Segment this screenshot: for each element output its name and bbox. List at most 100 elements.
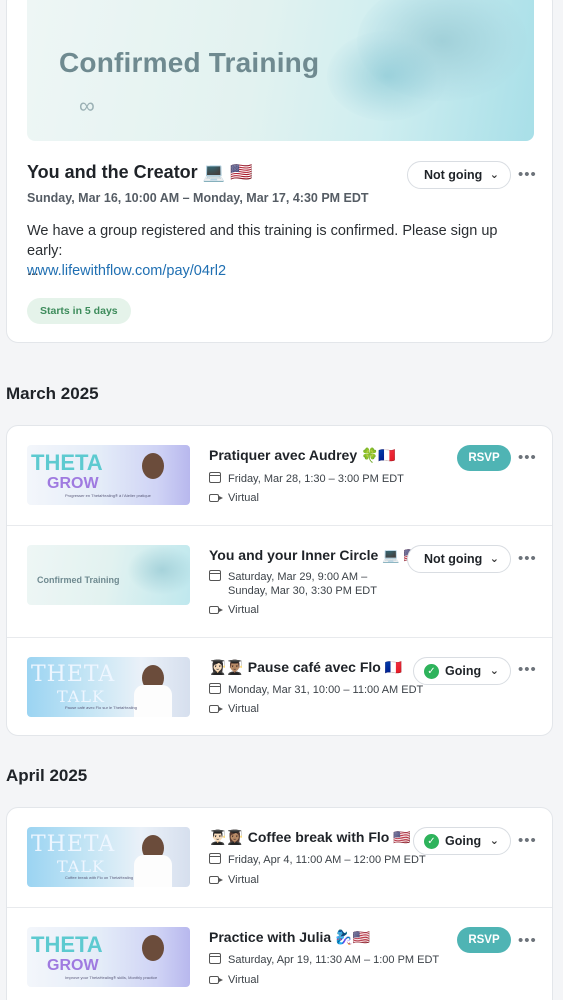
event-title[interactable]: 👨🏻‍🎓👩🏽‍🎓 Coffee break with Flo 🇺🇸 bbox=[209, 829, 411, 846]
event-thumbnail[interactable]: THETA GROW Improve your ThetaHealing® sk… bbox=[27, 927, 190, 987]
event-title[interactable]: 👩🏻‍🎓👨🏽‍🎓 Pause café avec Flo 🇫🇷 bbox=[209, 659, 402, 676]
event-banner-image[interactable]: Confirmed Training ∞ bbox=[27, 0, 534, 141]
event-description: We have a group registered and this trai… bbox=[27, 221, 527, 281]
check-icon: ✓ bbox=[424, 834, 439, 849]
calendar-icon bbox=[209, 472, 221, 483]
payment-link[interactable]: www.lifewithflow.com/pay/04rl2 bbox=[27, 261, 527, 281]
thumbnail-word: THETA bbox=[31, 932, 103, 957]
event-thumbnail[interactable]: THETA TALK Coffee break with Flo on Thet… bbox=[27, 827, 190, 887]
thumbnail-word: THETA bbox=[31, 662, 116, 687]
host-photo bbox=[142, 453, 164, 479]
banner-title: Confirmed Training bbox=[59, 47, 320, 78]
event-date-line: Saturday, Apr 19, 11:30 AM – 1:00 PM EDT bbox=[209, 953, 439, 967]
calendar-icon bbox=[209, 953, 221, 964]
description-text: We have a group registered and this trai… bbox=[27, 223, 498, 259]
event-list-march: THETA GROW Progresser en ThetaHealing® à… bbox=[6, 425, 553, 736]
chevron-down-icon: ⌄ bbox=[489, 665, 499, 677]
rsvp-status-dropdown[interactable]: Not going ⌄ bbox=[407, 545, 511, 573]
check-icon: ✓ bbox=[424, 664, 439, 679]
thumbnail-word: THETA bbox=[31, 450, 103, 475]
rsvp-status-label: Going bbox=[445, 664, 482, 678]
event-location-line: Virtual bbox=[209, 973, 259, 987]
event-date: Saturday, Apr 19, 11:30 AM – 1:00 PM EDT bbox=[228, 954, 440, 966]
event-date-line: Saturday, Mar 29, 9:00 AM – Sunday, Mar … bbox=[209, 570, 408, 598]
event-location-line: Virtual bbox=[209, 603, 259, 617]
event-thumbnail[interactable]: THETA TALK Pause café avec Flo sur le Th… bbox=[27, 657, 190, 717]
calendar-icon bbox=[209, 853, 221, 864]
infinity-logo-icon: ∞ bbox=[79, 93, 95, 118]
thumbnail-word: Confirmed Training bbox=[37, 575, 120, 585]
event-title[interactable]: You and your Inner Circle 💻 🇺🇸 bbox=[209, 547, 421, 564]
event-title[interactable]: Practice with Julia 🧞‍♀️🇺🇸 bbox=[209, 929, 370, 946]
event-thumbnail[interactable]: Confirmed Training bbox=[27, 545, 190, 605]
watercolor-shape bbox=[327, 31, 447, 121]
thumbnail-caption: Pause café avec Flo sur le ThetaHealing bbox=[65, 705, 137, 710]
event-title[interactable]: You and the Creator 💻 🇺🇸 bbox=[27, 162, 253, 183]
thumbnail-word: GROW bbox=[47, 475, 99, 492]
description-ellipsis[interactable]: ... bbox=[27, 262, 39, 278]
event-row[interactable]: THETA TALK Pause café avec Flo sur le Th… bbox=[7, 637, 552, 736]
event-location: Virtual bbox=[228, 874, 259, 886]
event-location-line: Virtual bbox=[209, 702, 259, 716]
event-date-line: Friday, Mar 28, 1:30 – 3:00 PM EDT bbox=[209, 472, 404, 486]
more-icon[interactable]: ••• bbox=[518, 550, 537, 567]
rsvp-status-dropdown[interactable]: ✓ Going ⌄ bbox=[413, 657, 511, 685]
video-icon bbox=[209, 494, 223, 502]
rsvp-button[interactable]: RSVP bbox=[457, 927, 511, 953]
thumbnail-caption: Coffee break with Flo on ThetaHealing bbox=[65, 875, 134, 880]
video-icon bbox=[209, 705, 223, 713]
rsvp-status-label: Not going bbox=[424, 168, 483, 182]
event-location-line: Virtual bbox=[209, 873, 259, 887]
chevron-down-icon: ⌄ bbox=[489, 553, 499, 565]
thumbnail-word: TALK bbox=[57, 857, 105, 876]
event-location: Virtual bbox=[228, 703, 259, 715]
event-list-april: THETA TALK Coffee break with Flo on Thet… bbox=[6, 807, 553, 1000]
event-date: Sunday, Mar 16, 10:00 AM – Monday, Mar 1… bbox=[27, 191, 369, 205]
event-thumbnail[interactable]: THETA GROW Progresser en ThetaHealing® à… bbox=[27, 445, 190, 505]
rsvp-status-dropdown[interactable]: Not going ⌄ bbox=[407, 161, 511, 189]
event-date: Friday, Apr 4, 11:00 AM – 12:00 PM EDT bbox=[228, 854, 426, 866]
video-icon bbox=[209, 976, 223, 984]
month-heading: April 2025 bbox=[6, 766, 88, 785]
event-row[interactable]: THETA TALK Coffee break with Flo on Thet… bbox=[7, 808, 552, 907]
host-photo bbox=[134, 685, 172, 717]
calendar-icon bbox=[209, 570, 221, 581]
thumbnail-caption: Progresser en ThetaHealing® à l'Atelier … bbox=[65, 493, 151, 498]
video-icon bbox=[209, 606, 223, 614]
month-heading: March 2025 bbox=[6, 384, 99, 403]
chevron-down-icon: ⌄ bbox=[489, 835, 499, 847]
host-photo bbox=[142, 935, 164, 961]
event-date-line: Friday, Apr 4, 11:00 AM – 12:00 PM EDT bbox=[209, 853, 426, 867]
more-icon[interactable]: ••• bbox=[518, 832, 537, 849]
event-location: Virtual bbox=[228, 492, 259, 504]
more-icon[interactable]: ••• bbox=[518, 449, 537, 466]
thumbnail-word: THETA bbox=[31, 832, 116, 857]
event-location: Virtual bbox=[228, 974, 259, 986]
more-icon[interactable]: ••• bbox=[518, 932, 537, 949]
event-date: Saturday, Mar 29, 9:00 AM – Sunday, Mar … bbox=[228, 571, 377, 597]
rsvp-button[interactable]: RSVP bbox=[457, 445, 511, 471]
event-date: Friday, Mar 28, 1:30 – 3:00 PM EDT bbox=[228, 473, 404, 485]
thumbnail-word: GROW bbox=[47, 957, 99, 974]
rsvp-status-dropdown[interactable]: ✓ Going ⌄ bbox=[413, 827, 511, 855]
event-row[interactable]: THETA GROW Progresser en ThetaHealing® à… bbox=[7, 426, 552, 525]
featured-event-card[interactable]: Confirmed Training ∞ You and the Creator… bbox=[6, 0, 553, 343]
event-date: Monday, Mar 31, 10:00 – 11:00 AM EDT bbox=[228, 684, 424, 696]
host-photo bbox=[134, 855, 172, 887]
event-title[interactable]: Pratiquer avec Audrey 🍀🇫🇷 bbox=[209, 447, 396, 464]
watercolor-shape bbox=[127, 545, 190, 595]
event-row[interactable]: Confirmed Training You and your Inner Ci… bbox=[7, 525, 552, 637]
event-date-line: Monday, Mar 31, 10:00 – 11:00 AM EDT bbox=[209, 683, 423, 697]
rsvp-status-label: Not going bbox=[424, 552, 483, 566]
more-icon[interactable]: ••• bbox=[518, 166, 537, 183]
thumbnail-caption: Improve your ThetaHealing® skills, Month… bbox=[65, 975, 158, 980]
starts-in-badge: Starts in 5 days bbox=[27, 298, 131, 324]
more-icon[interactable]: ••• bbox=[518, 661, 537, 678]
chevron-down-icon: ⌄ bbox=[489, 169, 499, 181]
event-location-line: Virtual bbox=[209, 491, 259, 505]
thumbnail-word: TALK bbox=[57, 687, 105, 706]
event-location: Virtual bbox=[228, 604, 259, 616]
rsvp-status-label: Going bbox=[445, 834, 482, 848]
video-icon bbox=[209, 876, 223, 884]
event-row[interactable]: THETA GROW Improve your ThetaHealing® sk… bbox=[7, 907, 552, 1000]
